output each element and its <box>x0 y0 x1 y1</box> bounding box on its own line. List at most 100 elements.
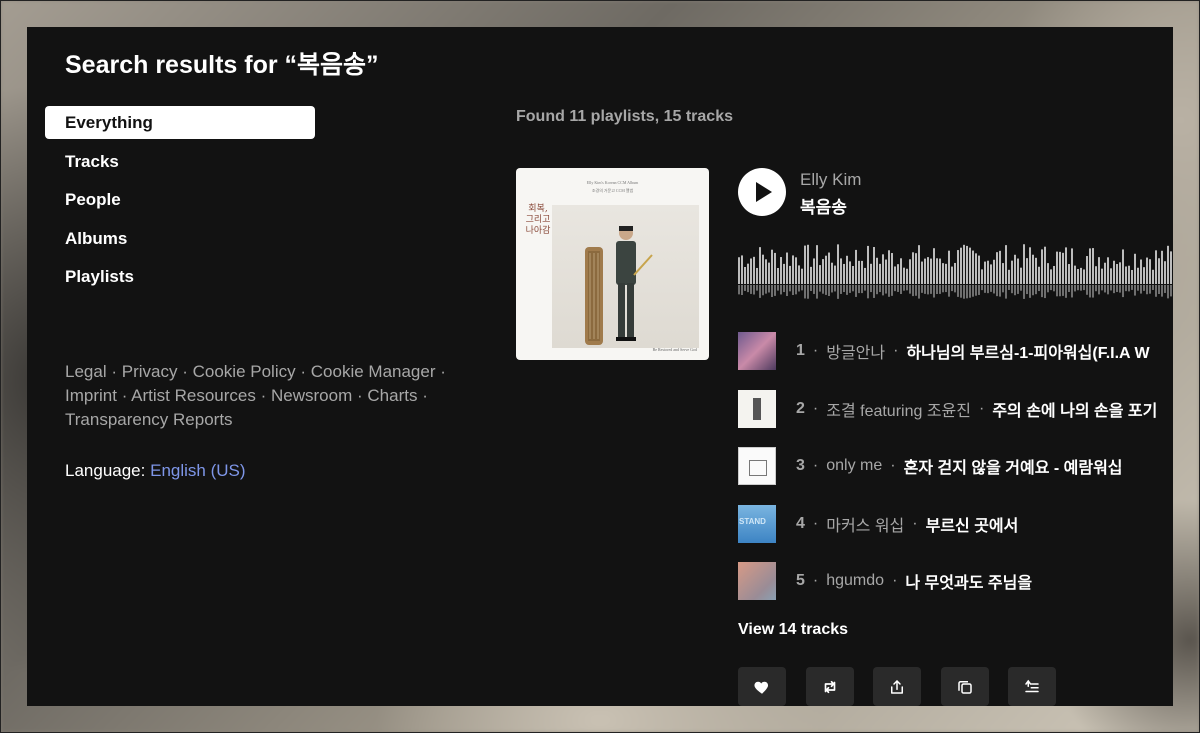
track-title[interactable]: 주의 손에 나의 손을 포기 <box>992 397 1157 421</box>
cookie-manager-link[interactable]: Cookie Manager <box>311 362 436 381</box>
waveform-bar <box>1140 259 1142 284</box>
waveform-bar <box>753 256 755 284</box>
waveform-bar-reflection <box>837 285 839 299</box>
track-row[interactable]: 4 · 마커스 워십 · 부르신 곳에서 <box>738 504 1173 544</box>
track-separator: · <box>812 514 819 532</box>
waveform-bar-reflection <box>1005 285 1007 299</box>
waveform-bar-reflection <box>945 285 947 293</box>
track-artist[interactable]: 방글안나 <box>826 339 885 363</box>
waveform-bar <box>1119 262 1121 284</box>
waveform-bar-reflection <box>999 285 1001 297</box>
waveform-bar <box>867 245 869 284</box>
play-button[interactable] <box>738 168 786 216</box>
waveform-bar-reflection <box>1116 285 1118 292</box>
waveform-bar-reflection <box>759 285 761 298</box>
track-title[interactable]: 하나님의 부르심-1-피아워십(F.I.A W <box>906 339 1149 363</box>
waveform-bar <box>891 253 893 284</box>
waveform-bar-reflection <box>879 285 881 293</box>
waveform-bar-reflection <box>1134 285 1136 296</box>
waveform-bar-reflection <box>774 285 776 296</box>
imprint-link[interactable]: Imprint <box>65 386 117 405</box>
waveform-bar-reflection <box>834 285 836 292</box>
waveform-bar-reflection <box>975 285 977 296</box>
track-artist[interactable]: 조결 featuring 조윤진 <box>826 397 971 421</box>
waveform-bar <box>915 253 917 284</box>
waveform-bar-reflection <box>1008 285 1010 290</box>
waveform-bar <box>900 258 902 284</box>
waveform-bar-reflection <box>915 285 917 296</box>
track-artist[interactable]: 마커스 워십 <box>826 512 904 536</box>
waveform-bar <box>1152 269 1154 284</box>
waveform-bar-reflection <box>753 285 755 295</box>
waveform-bar-reflection <box>825 285 827 295</box>
link-separator: · <box>440 362 446 381</box>
view-all-tracks-link[interactable]: View 14 tracks <box>738 621 848 639</box>
track-row[interactable]: 3 · only me · 혼자 걷지 않을 거예요 - 예람워십 <box>738 446 1173 486</box>
waveform-bar <box>924 258 926 284</box>
language-label: Language: <box>65 461 146 480</box>
waveform-bar-reflection <box>1170 285 1172 297</box>
language-link[interactable]: English (US) <box>150 461 245 480</box>
waveform-bar <box>858 260 860 284</box>
waveform-bar <box>1053 265 1055 284</box>
nav-item-everything[interactable]: Everything <box>45 106 315 139</box>
waveform-bar-reflection <box>855 285 857 297</box>
waveform-bar <box>1020 267 1022 284</box>
waveform-bar <box>825 255 827 284</box>
track-title[interactable]: 나 무엇과도 주님을 <box>905 569 1032 593</box>
copy-link-button[interactable] <box>940 667 989 706</box>
waveform-bar-reflection <box>1095 285 1097 292</box>
privacy-link[interactable]: Privacy <box>122 362 178 381</box>
waveform-bar-reflection <box>1056 285 1058 297</box>
waveform-bar <box>813 258 815 284</box>
track-separator: · <box>812 342 819 359</box>
repost-icon <box>824 680 835 693</box>
waveform-bar-reflection <box>738 285 740 295</box>
track-row[interactable]: 1 · 방글안나 · 하나님의 부르심-1-피아워십(F.I.A W <box>738 331 1173 371</box>
track-artist[interactable]: hgumdo <box>826 572 884 590</box>
waveform[interactable] <box>738 242 1173 302</box>
waveform-bar <box>747 263 749 284</box>
waveform-bar <box>837 244 839 284</box>
nav-item-albums[interactable]: Albums <box>45 222 315 255</box>
waveform-bar-reflection <box>903 285 905 291</box>
track-row[interactable]: 2 · 조결 featuring 조윤진 · 주의 손에 나의 손을 포기 <box>738 389 1173 429</box>
legal-link[interactable]: Legal <box>65 362 107 381</box>
waveform-bar <box>771 249 773 284</box>
waveform-bar <box>1023 244 1025 284</box>
track-artist[interactable]: only me <box>826 457 882 475</box>
repost-button[interactable] <box>805 667 854 706</box>
waveform-bar-reflection <box>981 285 983 291</box>
cover-top-line: Elly Kim's Korean CCM Album <box>586 180 639 185</box>
playlist-cover-art[interactable]: Elly Kim's Korean CCM Album 조경의 거문고 CCM … <box>516 168 709 360</box>
nav-item-people[interactable]: People <box>45 183 315 216</box>
waveform-bar <box>927 257 929 284</box>
waveform-bar <box>816 245 818 284</box>
transparency-reports-link[interactable]: Transparency Reports <box>65 410 233 429</box>
artist-resources-link[interactable]: Artist Resources <box>131 386 256 405</box>
waveform-bar <box>1104 262 1106 284</box>
like-button[interactable] <box>738 667 786 706</box>
track-title[interactable]: 부르신 곳에서 <box>926 512 1019 536</box>
waveform-bar-reflection <box>1143 285 1145 291</box>
waveform-bar <box>795 257 797 284</box>
waveform-bar-reflection <box>792 285 794 295</box>
charts-link[interactable]: Charts <box>367 386 417 405</box>
nav-item-playlists[interactable]: Playlists <box>45 260 315 293</box>
add-to-queue-button[interactable] <box>1008 667 1056 706</box>
waveform-bar-reflection <box>948 285 950 297</box>
share-button[interactable] <box>873 667 921 706</box>
track-row[interactable]: 5 · hgumdo · 나 무엇과도 주님을 <box>738 561 1173 601</box>
waveform-bar <box>1059 251 1061 284</box>
waveform-bar-reflection <box>1101 285 1103 291</box>
waveform-bar-reflection <box>801 285 803 291</box>
heart-icon <box>754 681 769 694</box>
playlist-artist-link[interactable]: Elly Kim <box>800 170 861 190</box>
track-title[interactable]: 혼자 걷지 않을 거예요 - 예람워십 <box>904 454 1123 478</box>
waveform-bar <box>750 258 752 284</box>
nav-item-tracks[interactable]: Tracks <box>45 145 315 178</box>
playlist-title-link[interactable]: 복음송 <box>800 193 847 218</box>
cookie-policy-link[interactable]: Cookie Policy <box>193 362 296 381</box>
newsroom-link[interactable]: Newsroom <box>271 386 352 405</box>
waveform-bar <box>1068 264 1070 284</box>
